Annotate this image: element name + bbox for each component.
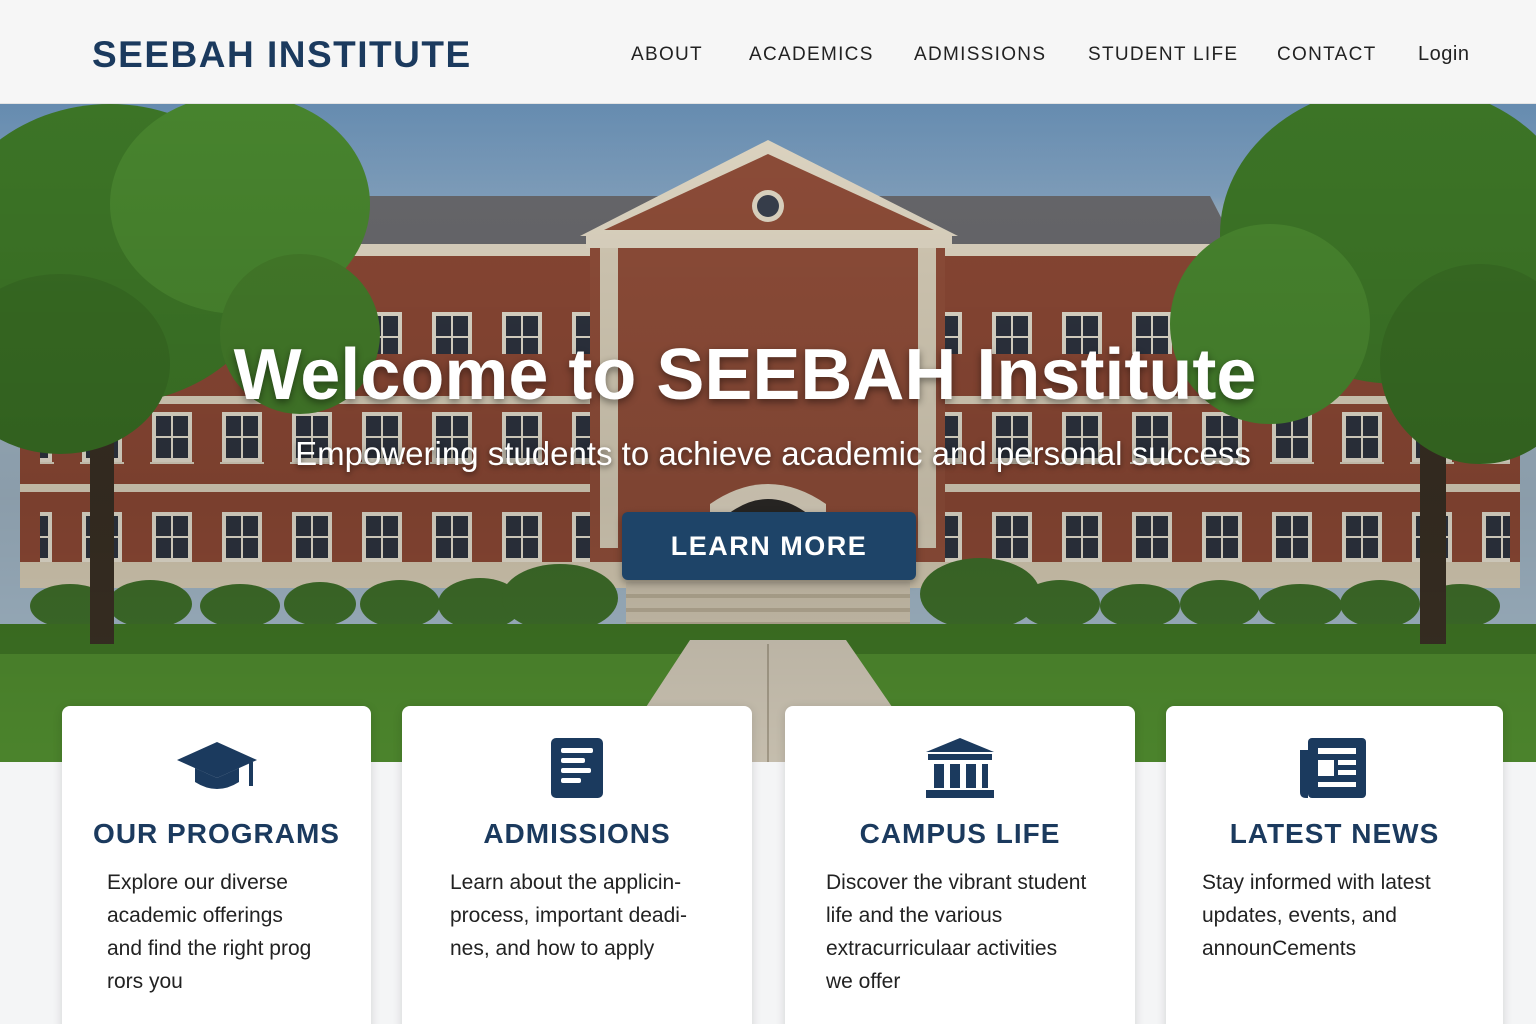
card-description: Learn about the applicin-process, import…: [450, 871, 687, 960]
card-title: OUR PROGRAMS: [93, 818, 340, 849]
card-description: Explore our diverse academic offerings an…: [107, 871, 312, 993]
institution-icon: [920, 736, 1000, 800]
card-title: CAMPUS LIFE: [859, 818, 1061, 849]
site-header: SEEBAH INSTITUTE ABOUT ACADEMICS ADMISSI…: [0, 0, 1536, 104]
nav-academics[interactable]: ACADEMICS: [749, 44, 874, 66]
card-title: ADMISSIONS: [483, 818, 671, 849]
card-description: Discover the vibrant student life and the…: [826, 871, 1087, 993]
hero-banner: Welcome to SEEBAH Institute Empowering s…: [0, 104, 1536, 762]
learn-more-button[interactable]: LEARN MORE: [622, 512, 916, 580]
login-link[interactable]: Login: [1418, 43, 1469, 66]
campus-building-image: [0, 104, 1536, 762]
nav-admissions[interactable]: ADMISSIONS: [914, 44, 1046, 66]
hero-title: Welcome to SEEBAH Institute: [233, 335, 1257, 415]
card-title: LATEST NEWS: [1229, 818, 1440, 849]
newspaper-icon: [1294, 736, 1374, 800]
site-logo[interactable]: SEEBAH INSTITUTE: [92, 34, 472, 76]
card-campus-life[interactable]: CAMPUS LIFE Discover the vibrant student…: [785, 706, 1135, 1024]
card-description: Stay informed with latest updates, events…: [1202, 871, 1431, 960]
nav-about[interactable]: ABOUT: [631, 44, 703, 66]
card-our-programs[interactable]: OUR PROGRAMS Explore our diverse academic…: [62, 706, 371, 1024]
hero-subtitle: Empowering students to achieve academic …: [295, 435, 1251, 472]
card-admissions[interactable]: ADMISSIONS Learn about the applicin-proc…: [402, 706, 752, 1024]
nav-contact[interactable]: CONTACT: [1277, 44, 1377, 66]
document-icon: [537, 736, 617, 800]
graduation-cap-icon: [177, 736, 257, 800]
card-latest-news[interactable]: LATEST NEWS Stay informed with latest upd…: [1166, 706, 1503, 1024]
nav-student-life[interactable]: STUDENT LIFE: [1088, 44, 1238, 66]
